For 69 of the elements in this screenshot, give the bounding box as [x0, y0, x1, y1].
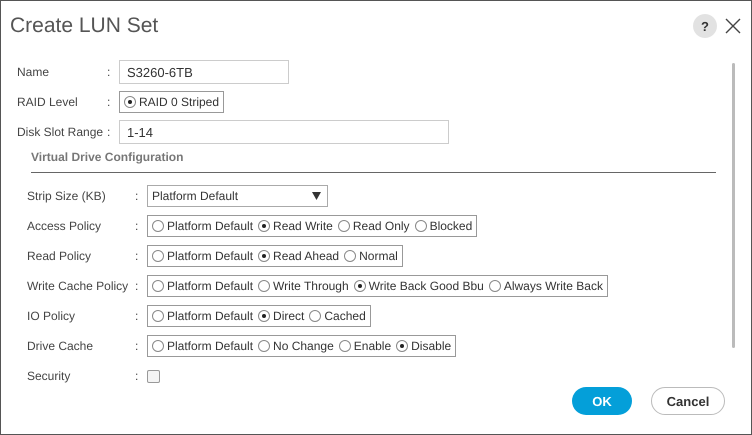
radio-label: Always Write Back	[504, 279, 603, 293]
separator: :	[135, 249, 140, 263]
radio-button[interactable]	[396, 340, 408, 352]
radio-label: Platform Default	[167, 279, 254, 293]
field-label: Access Policy	[27, 219, 102, 233]
separator: :	[107, 95, 112, 109]
field-label: IO Policy	[27, 309, 76, 323]
radio-button[interactable]	[354, 280, 366, 292]
separator: :	[135, 219, 140, 233]
radio-button[interactable]	[258, 220, 270, 232]
radio-label: Blocked	[430, 219, 472, 233]
checkbox[interactable]	[147, 370, 160, 384]
radio-button[interactable]	[258, 280, 270, 292]
radio-button[interactable]	[152, 310, 164, 322]
field-label: Write Cache Policy	[27, 279, 130, 293]
radio-button[interactable]	[344, 250, 356, 262]
radio-button[interactable]	[258, 340, 270, 352]
field-label: Security	[27, 369, 72, 383]
help-button[interactable]: ?	[693, 14, 717, 38]
separator: :	[135, 279, 140, 293]
section-heading: Virtual Drive Configuration	[31, 150, 184, 164]
field-label: Drive Cache	[27, 339, 94, 353]
radio-label: Read Write	[273, 219, 333, 233]
radio-button[interactable]	[258, 250, 270, 262]
radio-label: Write Back Good Bbu	[368, 279, 484, 293]
radio-button[interactable]	[338, 220, 350, 232]
radio-label: Platform Default	[167, 309, 254, 323]
separator: :	[135, 189, 140, 203]
radio-button[interactable]	[488, 280, 501, 292]
radio-label: Read Only	[352, 219, 410, 233]
radio-button[interactable]	[309, 310, 322, 322]
radio-label: Direct	[273, 309, 304, 323]
separator: :	[107, 65, 112, 79]
radio-button[interactable]	[152, 250, 164, 262]
radio-button[interactable]	[414, 220, 427, 232]
cancel-button[interactable]: Cancel	[651, 387, 725, 415]
radio-button[interactable]	[152, 220, 164, 232]
radio-button[interactable]	[124, 96, 136, 108]
radio-label: Cached	[324, 309, 366, 323]
text-field[interactable]: S3260-6TB	[119, 60, 289, 84]
radio-label: Platform Default	[167, 219, 254, 233]
separator: :	[107, 125, 112, 139]
radio-label: Write Through	[273, 279, 349, 293]
radio-label: No Change	[273, 339, 334, 353]
field-label: Read Policy	[27, 249, 92, 263]
radio-button[interactable]	[152, 340, 164, 352]
radio-label: Enable	[354, 339, 392, 353]
close-icon[interactable]	[725, 18, 741, 34]
radio-button[interactable]	[152, 280, 164, 292]
radio-label: RAID 0 Striped	[139, 95, 220, 109]
radio-button[interactable]	[338, 340, 351, 352]
field-label: Name	[17, 65, 50, 79]
text-field[interactable]: 1-14	[119, 120, 449, 144]
radio-label: Read Ahead	[273, 249, 340, 263]
radio-label: Normal	[359, 249, 398, 263]
field-label: Disk Slot Range	[17, 125, 104, 139]
field-label: RAID Level	[17, 95, 79, 109]
scrollbar[interactable]	[732, 63, 735, 348]
radio-label: Platform Default	[167, 249, 254, 263]
dialog-title: Create LUN Set	[10, 14, 158, 38]
separator: :	[135, 369, 140, 383]
caret-icon	[312, 192, 321, 200]
radio-label: Disable	[411, 339, 452, 353]
radio-label: Platform Default	[167, 339, 254, 353]
field-label: Strip Size (KB)	[27, 189, 107, 203]
separator: :	[135, 339, 140, 353]
dropdown[interactable]: Platform Default	[147, 185, 328, 207]
radio-button[interactable]	[258, 310, 270, 322]
separator: :	[135, 309, 140, 323]
